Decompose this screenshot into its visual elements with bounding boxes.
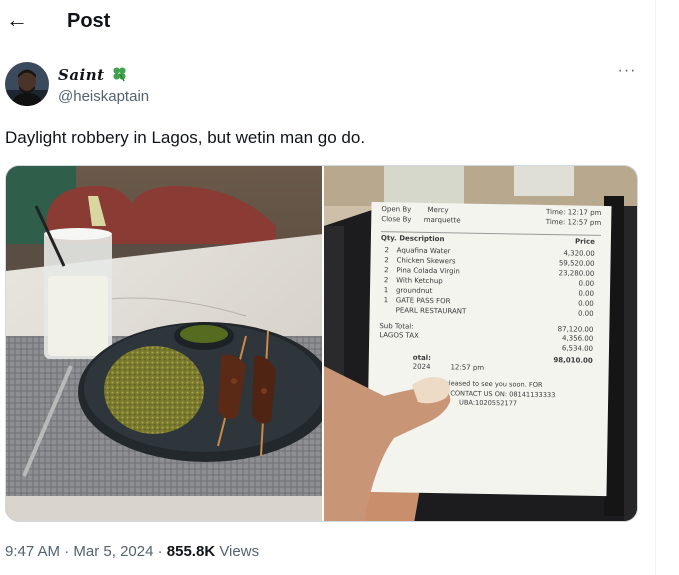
page-title: Post (67, 10, 111, 32)
four-leaf-clover-icon (113, 67, 126, 82)
more-options-button[interactable]: ··· (612, 62, 642, 82)
avatar[interactable] (5, 62, 49, 106)
back-button[interactable]: ← (6, 8, 28, 34)
post-header: ← Post (0, 0, 655, 44)
author-handle[interactable]: @heiskaptain (58, 88, 149, 105)
views-label: Views (219, 543, 260, 560)
post-date[interactable]: Mar 5, 2024 (73, 543, 153, 560)
tweet-text: Daylight robbery in Lagos, but wetin man… (5, 128, 366, 147)
post-meta: 9:47 AM · Mar 5, 2024 · 855.8K Views (5, 543, 260, 560)
author-name[interactable]: Saint (58, 65, 128, 84)
post-time[interactable]: 9:47 AM (5, 543, 60, 560)
receipt-photo[interactable]: Open By Mercy Close By marquette Time: 1… (324, 166, 637, 521)
column-divider (655, 0, 656, 575)
arrow-left-icon: ← (6, 7, 28, 32)
views-count: 855.8K (166, 543, 216, 560)
media-grid: Open By Mercy Close By marquette Time: 1… (5, 165, 638, 522)
food-photo[interactable] (6, 166, 334, 521)
more-icon: ··· (617, 62, 637, 79)
